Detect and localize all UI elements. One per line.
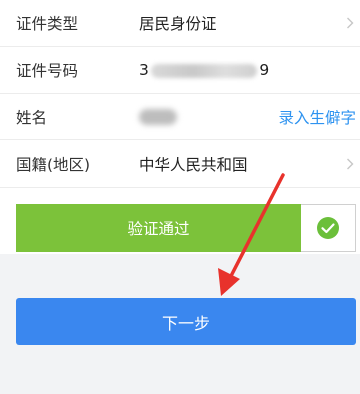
id-type-value: 居民身份证 (139, 15, 217, 33)
next-step-label: 下一步 (161, 315, 210, 333)
verification-status-label: 验证通过 (127, 220, 190, 238)
check-circle-icon (317, 217, 339, 239)
identity-form: 证件类型 居民身份证 证件号码 39 姓名 录入生僻字 国籍(地区) 中华人民共… (0, 0, 360, 188)
nationality-value: 中华人民共和国 (139, 155, 248, 174)
id-verification-page: 证件类型 居民身份证 证件号码 39 姓名 录入生僻字 国籍(地区) 中华人民共… (0, 0, 360, 394)
name-redaction (139, 108, 177, 125)
chevron-right-icon (347, 158, 354, 169)
id-number-row[interactable]: 证件号码 39 (0, 47, 360, 94)
nationality-row[interactable]: 国籍(地区) 中华人民共和国 (0, 140, 360, 188)
enter-rare-character-link[interactable]: 录入生僻字 (278, 106, 356, 128)
name-row[interactable]: 姓名 录入生僻字 (0, 94, 360, 140)
id-number-suffix: 9 (259, 61, 270, 79)
verification-check-box (301, 204, 356, 252)
next-step-button[interactable]: 下一步 (16, 298, 356, 345)
id-number-value[interactable]: 39 (139, 61, 270, 79)
nationality-label: 国籍(地区) (16, 155, 91, 174)
id-type-label: 证件类型 (16, 15, 79, 33)
name-label: 姓名 (16, 108, 48, 127)
id-number-redaction (151, 63, 258, 78)
id-type-row[interactable]: 证件类型 居民身份证 (0, 0, 360, 47)
verification-status-bar: 验证通过 (16, 204, 301, 252)
verification-status: 验证通过 (16, 204, 356, 252)
id-number-label: 证件号码 (16, 62, 79, 80)
id-number-prefix: 3 (139, 61, 150, 79)
chevron-right-icon (347, 17, 354, 29)
